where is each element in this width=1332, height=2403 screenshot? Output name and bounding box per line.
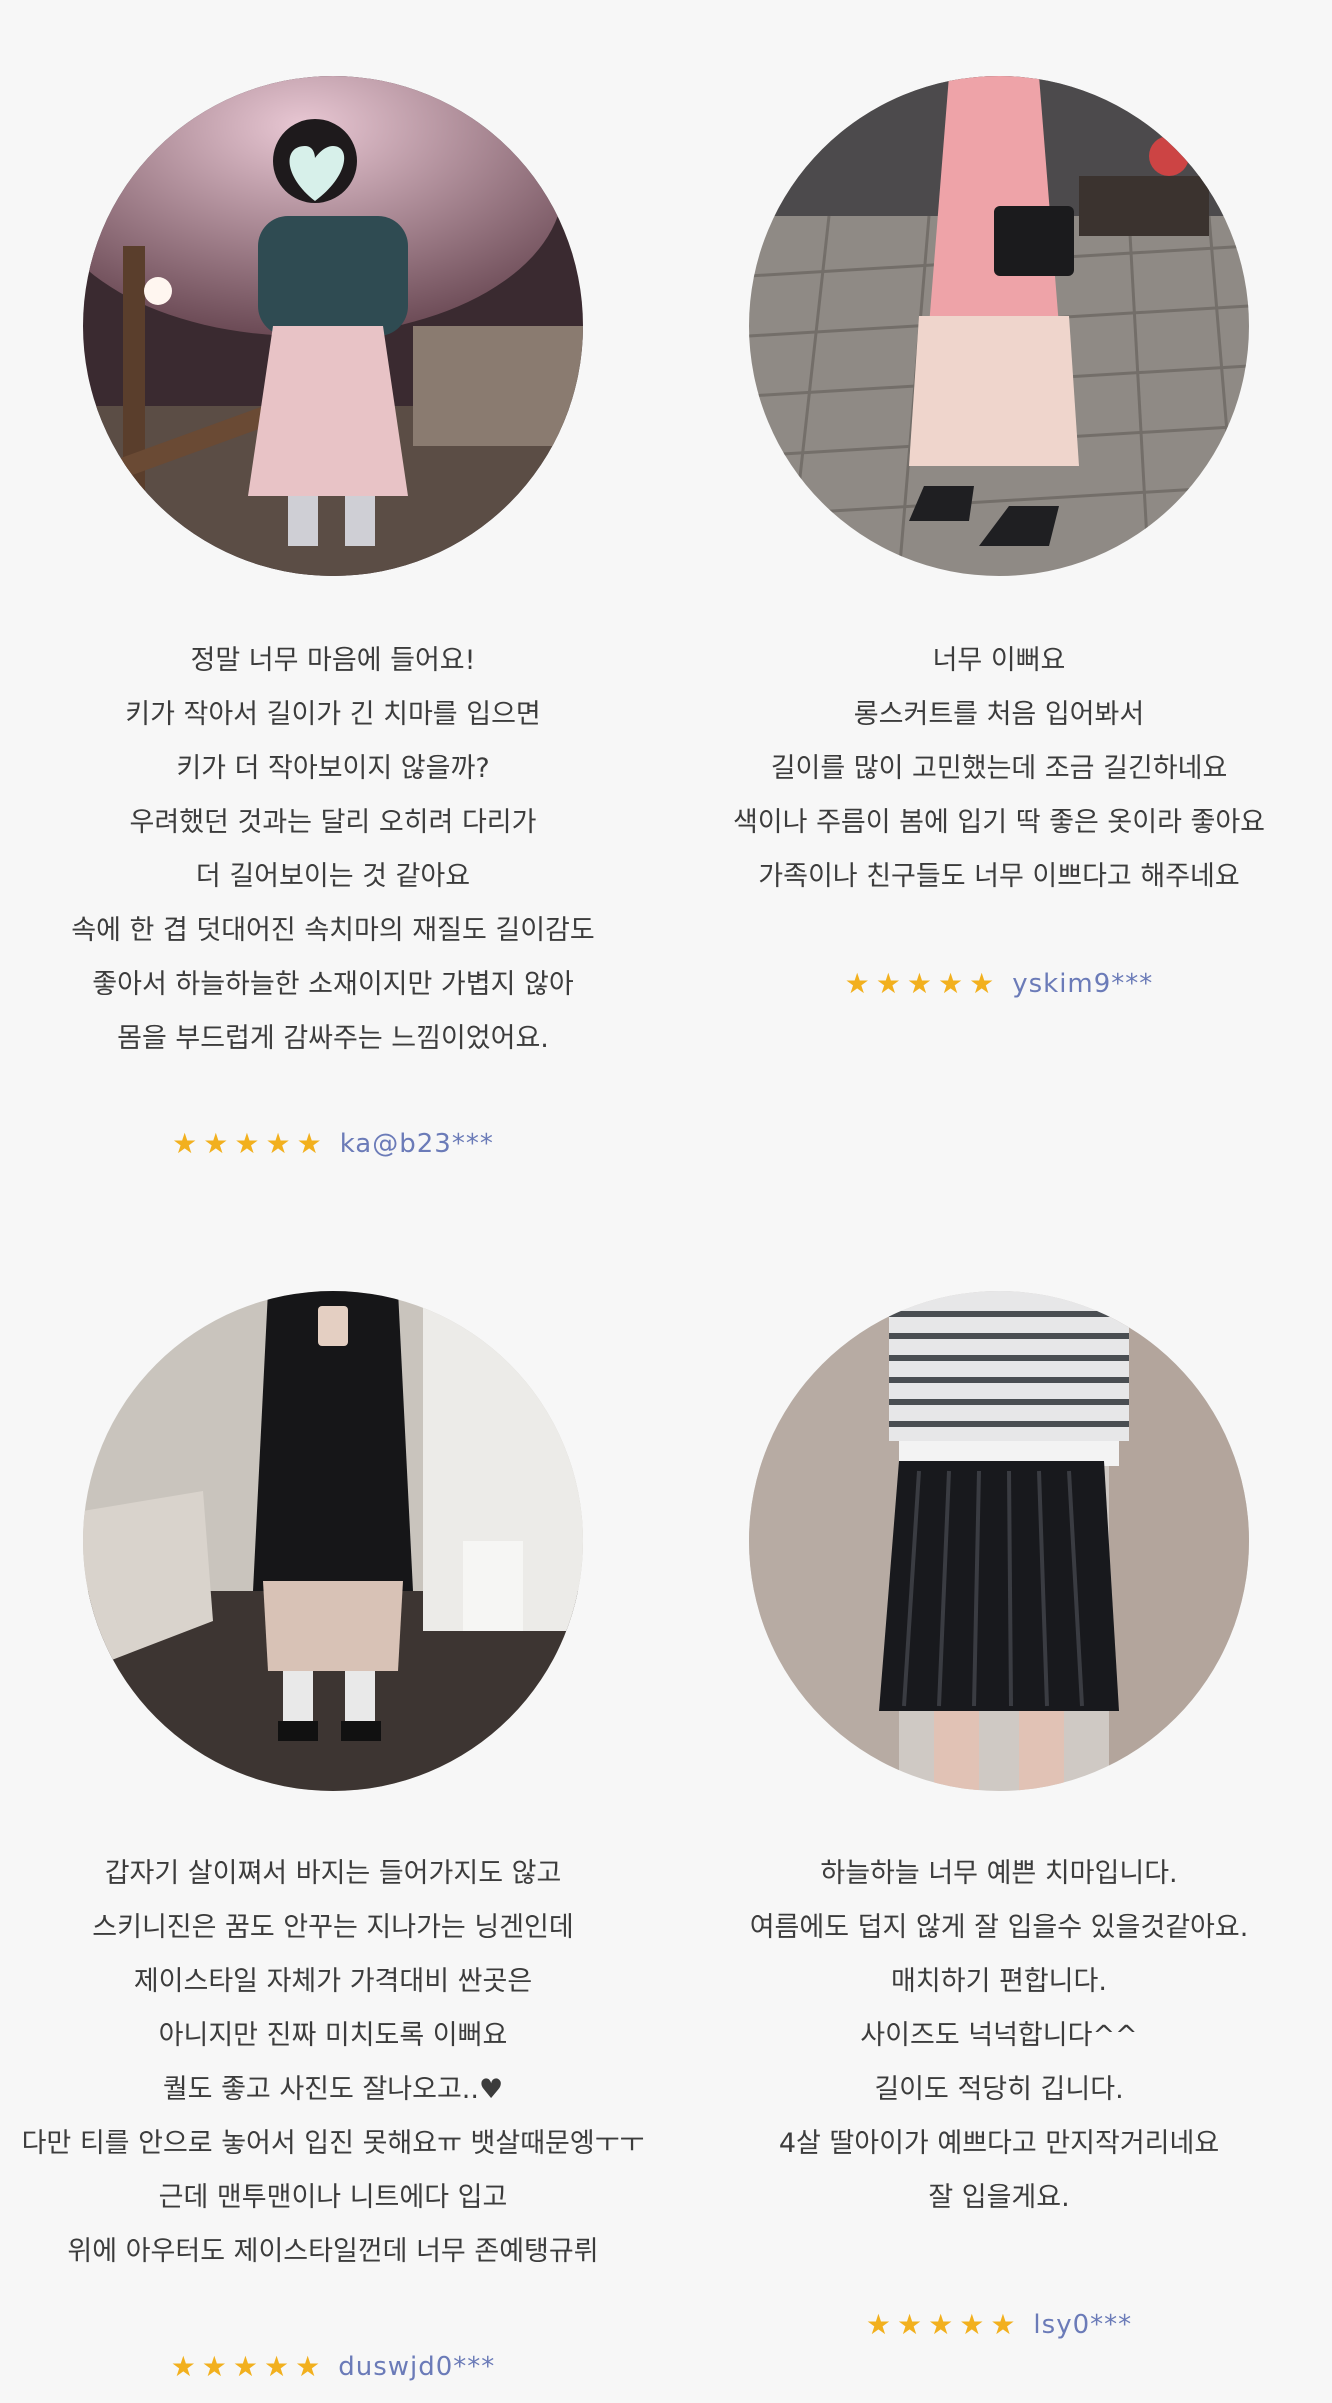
review-line: 정말 너무 마음에 들어요! [190,645,476,676]
star-icon: ★ [203,1127,229,1160]
review-text: 너무 이뻐요 롱스커트를 처음 입어봐서 길이를 많이 고민했는데 조금 길긴하… [666,634,1332,904]
review-photo-2[interactable] [749,76,1249,576]
mirror-selfie-photo-icon [83,1291,583,1791]
reviewer-id: ka@b23*** [339,1129,494,1159]
star-icon: ★ [265,1127,291,1160]
review-line: 좋아서 하늘하늘한 소재이지만 가볍지 않아 [92,969,574,1000]
review-line: 스키니진은 꿈도 안꾸는 지나가는 닝겐인데 [92,1912,574,1943]
star-icon: ★ [896,2308,923,2341]
star-icon: ★ [264,2350,290,2383]
review-line: 아니지만 진짜 미치도록 이뻐요 [158,2020,508,2051]
star-icon: ★ [906,967,932,1000]
review-line: 몸을 부드럽게 감싸주는 느낌이었어요. [117,1023,549,1054]
star-icon: ★ [296,1127,322,1160]
review-line: 더 길어보이는 것 같아요 [195,861,471,892]
star-icon: ★ [170,2350,196,2383]
review-line: 키가 더 작아보이지 않을까? [176,753,490,784]
review-line: 우려했던 것과는 달리 오히려 다리가 [129,807,537,838]
review-line: 다만 티를 안으로 놓어서 입진 못해요ㅠ 뱃살때문엥ㅜㅜ [21,2128,645,2159]
star-icon: ★ [865,2308,891,2341]
review-line: 너무 이뻐요 [932,645,1066,676]
star-icon: ★ [959,2308,985,2341]
rating-row: ★ ★ ★ ★ ★ lsy0*** [666,2305,1332,2345]
review-line: 여름에도 덥지 않게 잘 입을수 있을것같아요. [749,1912,1249,1943]
review-line: 매치하기 편합니다. [891,1966,1107,1997]
rating-row: ★ ★ ★ ★ ★ ka@b23*** [0,1124,666,1164]
review-line: 근데 맨투맨이나 니트에다 입고 [158,2182,508,2213]
review-line: 길이도 적당히 깁니다. [874,2074,1124,2105]
street-photo-icon [749,76,1249,576]
review-photo-3[interactable] [83,1291,583,1791]
star-icon: ★ [990,2308,1016,2341]
review-photo-1[interactable] [83,76,583,576]
star-icon: ★ [172,1127,198,1160]
star-rating: ★ ★ ★ ★ ★ [866,2311,1016,2339]
review-line: 가족이나 친구들도 너무 이쁘다고 해주네요 [758,861,1240,892]
cherry-blossom-photo-icon [83,76,583,576]
review-line: 잘 입을게요. [928,2182,1070,2213]
star-rating: ★ ★ ★ ★ ★ [171,2353,321,2381]
review-line: 제이스타일 자체가 가격대비 싼곳은 [133,1966,533,1997]
star-icon: ★ [938,967,964,1000]
star-icon: ★ [232,2350,259,2383]
review-line: 4살 딸아이가 예쁘다고 만지작거리네요 [778,2128,1220,2159]
star-rating: ★ ★ ★ ★ ★ [845,970,995,998]
star-icon: ★ [969,967,995,1000]
reviewer-id: duswjd0*** [338,2352,496,2382]
review-line: 하늘하늘 너무 예쁜 치마입니다. [820,1858,1178,1889]
review-line: 퀄도 좋고 사진도 잘나오고..♥ [162,2074,504,2105]
rating-row: ★ ★ ★ ★ ★ duswjd0*** [0,2347,666,2387]
reviewer-id: yskim9*** [1012,969,1154,999]
review-line: 색이나 주름이 봄에 입기 딱 좋은 옷이라 좋아요 [732,807,1266,838]
star-icon: ★ [844,967,870,1000]
reviewer-id: lsy0*** [1033,2310,1133,2340]
star-icon: ★ [928,2308,954,2341]
review-line: 갑자기 살이쪄서 바지는 들어가지도 않고 [104,1858,562,1889]
review-photo-4[interactable] [749,1291,1249,1791]
review-line: 길이를 많이 고민했는데 조금 길긴하네요 [770,753,1228,784]
review-line: 위에 아우터도 제이스타일껀데 너무 존예탱규뤼 [67,2236,599,2267]
black-skirt-photo-icon [749,1291,1249,1791]
rating-row: ★ ★ ★ ★ ★ yskim9*** [666,964,1332,1004]
review-line: 키가 작아서 길이가 긴 치마를 입으면 [125,699,541,730]
star-icon: ★ [875,967,901,1000]
star-icon: ★ [201,2350,227,2383]
review-line: 롱스커트를 처음 입어봐서 [853,699,1145,730]
review-text: 하늘하늘 너무 예쁜 치마입니다. 여름에도 덥지 않게 잘 입을수 있을것같아… [666,1847,1332,2225]
star-icon: ★ [295,2350,321,2383]
review-text: 정말 너무 마음에 들어요! 키가 작아서 길이가 긴 치마를 입으면 키가 더… [0,634,666,1066]
star-icon: ★ [234,1127,260,1160]
star-rating: ★ ★ ★ ★ ★ [172,1130,322,1158]
review-line: 사이즈도 넉넉합니다^^ [860,2020,1138,2051]
review-text: 갑자기 살이쪄서 바지는 들어가지도 않고 스키니진은 꿈도 안꾸는 지나가는 … [0,1847,666,2279]
review-line: 속에 한 겹 덧대어진 속치마의 재질도 길이감도 [71,915,595,946]
